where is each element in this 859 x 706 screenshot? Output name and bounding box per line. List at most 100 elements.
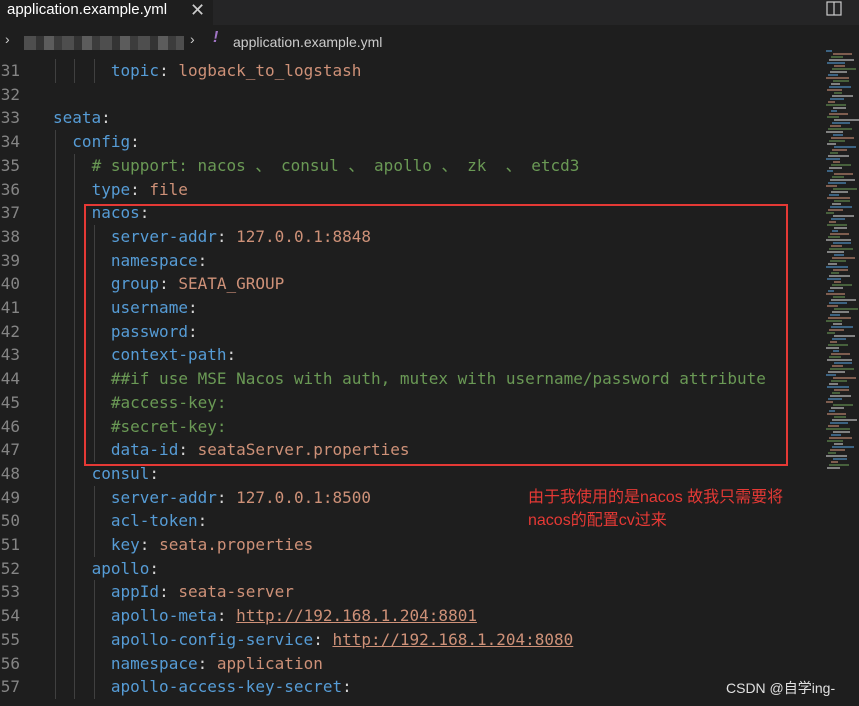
indent-guide xyxy=(55,248,56,273)
minimap-line xyxy=(830,368,854,370)
minimap-line xyxy=(829,167,842,169)
indent-guide xyxy=(55,367,56,392)
minimap-line xyxy=(827,170,833,172)
minimap-line xyxy=(829,194,839,196)
indent-guide xyxy=(55,414,56,439)
minimap-line xyxy=(831,245,842,247)
blurred-path[interactable] xyxy=(24,36,184,50)
code-text: server-addr: 127.0.0.1:8500 xyxy=(111,486,371,510)
tab-bar: application.example.yml ✕ xyxy=(0,0,859,25)
yaml-value: 127.0.0.1:8500 xyxy=(236,487,371,507)
code-line[interactable]: 35 # support: nacos 、 consul 、 apollo 、 z… xyxy=(0,153,820,178)
code-line[interactable]: 54 apollo-meta: http://192.168.1.204:8801 xyxy=(0,604,820,629)
yaml-colon: : xyxy=(313,629,323,649)
code-line[interactable]: 57 apollo-access-key-secret: xyxy=(0,675,820,700)
minimap-line xyxy=(831,299,856,301)
minimap-line xyxy=(832,446,854,448)
code-line[interactable]: 36 type: file xyxy=(0,177,820,202)
yaml-colon: : xyxy=(149,558,160,578)
indent-guide xyxy=(55,343,56,368)
indent-guide xyxy=(55,272,56,297)
line-number: 43 xyxy=(0,345,20,365)
minimap-line xyxy=(830,206,852,208)
minimap-line xyxy=(832,95,853,97)
code-text: # support: nacos 、 consul 、 apollo 、 zk … xyxy=(92,154,580,178)
line-number: 56 xyxy=(0,653,20,673)
minimap-line xyxy=(829,140,845,142)
indent-guide xyxy=(93,604,95,629)
yaml-colon: : xyxy=(159,582,169,602)
minimap-line xyxy=(834,254,844,256)
minimap-line xyxy=(826,77,849,79)
yaml-link-value[interactable]: http://192.168.1.204:8801 xyxy=(236,606,477,625)
line-number: 46 xyxy=(0,416,20,436)
minimap-line xyxy=(830,260,846,262)
minimap-line xyxy=(827,413,846,415)
yaml-key: topic xyxy=(110,61,160,80)
breadcrumb: › › ! application.example.yml xyxy=(0,29,859,55)
minimap-line xyxy=(827,197,850,199)
yaml-colon: : xyxy=(139,535,150,554)
line-number: 33 xyxy=(0,108,20,128)
code-text: type: file xyxy=(92,178,188,202)
indent-guide xyxy=(93,627,95,652)
minimap-line xyxy=(830,287,843,289)
code-line[interactable]: 56 namespace: application xyxy=(0,651,820,676)
minimap-line xyxy=(832,176,844,178)
line-number: 54 xyxy=(0,606,20,626)
minimap-line xyxy=(829,221,836,223)
minimap-line xyxy=(828,452,836,454)
code-text: appId: seata-server xyxy=(111,580,294,604)
code-line[interactable]: 55 apollo-config-service: http://192.168.… xyxy=(0,627,820,652)
line-number: 53 xyxy=(0,582,20,602)
yaml-key: apollo xyxy=(91,558,150,578)
tab-application-example-yml[interactable]: application.example.yml ✕ xyxy=(0,0,213,25)
yaml-link-value[interactable]: http://192.168.1.204:8080 xyxy=(332,630,573,649)
minimap-line xyxy=(826,158,840,160)
yaml-key: seata xyxy=(53,108,102,128)
minimap-line xyxy=(831,137,854,139)
minimap-line xyxy=(834,119,859,121)
minimap-line xyxy=(834,308,858,310)
line-number: 42 xyxy=(0,321,20,341)
minimap-line xyxy=(828,74,838,76)
minimap-line xyxy=(832,311,849,313)
code-line[interactable]: 52 apollo: xyxy=(0,556,820,581)
minimap-line xyxy=(826,212,834,214)
minimap-line xyxy=(828,263,837,265)
minimap[interactable] xyxy=(826,50,859,470)
close-icon[interactable]: ✕ xyxy=(190,0,205,21)
indent-guide xyxy=(74,461,76,486)
line-number: 34 xyxy=(0,132,20,152)
minimap-line xyxy=(833,404,853,406)
code-line[interactable]: 31 topic: logback_to_logstash xyxy=(0,59,820,83)
split-editor-icon[interactable] xyxy=(824,0,844,18)
breadcrumb-file[interactable]: application.example.yml xyxy=(233,34,382,50)
indent-guide xyxy=(74,580,76,605)
code-line[interactable]: 33 seata: xyxy=(0,106,820,130)
minimap-line xyxy=(828,209,843,211)
minimap-line xyxy=(831,164,851,166)
yaml-key: apollo-config-service xyxy=(110,629,314,649)
minimap-line xyxy=(829,464,849,466)
code-line[interactable]: 34 config: xyxy=(0,130,820,155)
code-line[interactable]: 53 appId: seata-server xyxy=(0,580,820,605)
minimap-line xyxy=(831,407,844,409)
code-text: seata: xyxy=(53,106,111,130)
minimap-line xyxy=(829,248,853,250)
minimap-line xyxy=(827,116,839,118)
yaml-value: seata.properties xyxy=(159,535,314,554)
indent-guide xyxy=(74,485,76,510)
minimap-line xyxy=(833,53,852,55)
minimap-line xyxy=(834,173,853,175)
minimap-line xyxy=(834,227,847,229)
line-number: 36 xyxy=(0,179,20,199)
minimap-line xyxy=(829,59,854,61)
minimap-line xyxy=(828,236,840,238)
minimap-line xyxy=(830,71,847,73)
minimap-line xyxy=(827,224,847,226)
code-text: apollo-meta: http://192.168.1.204:8801 xyxy=(111,604,477,628)
yaml-file-icon: ! xyxy=(213,29,219,46)
code-line[interactable]: 51 key: seata.properties xyxy=(0,533,820,557)
code-line[interactable]: 32 xyxy=(0,83,820,107)
